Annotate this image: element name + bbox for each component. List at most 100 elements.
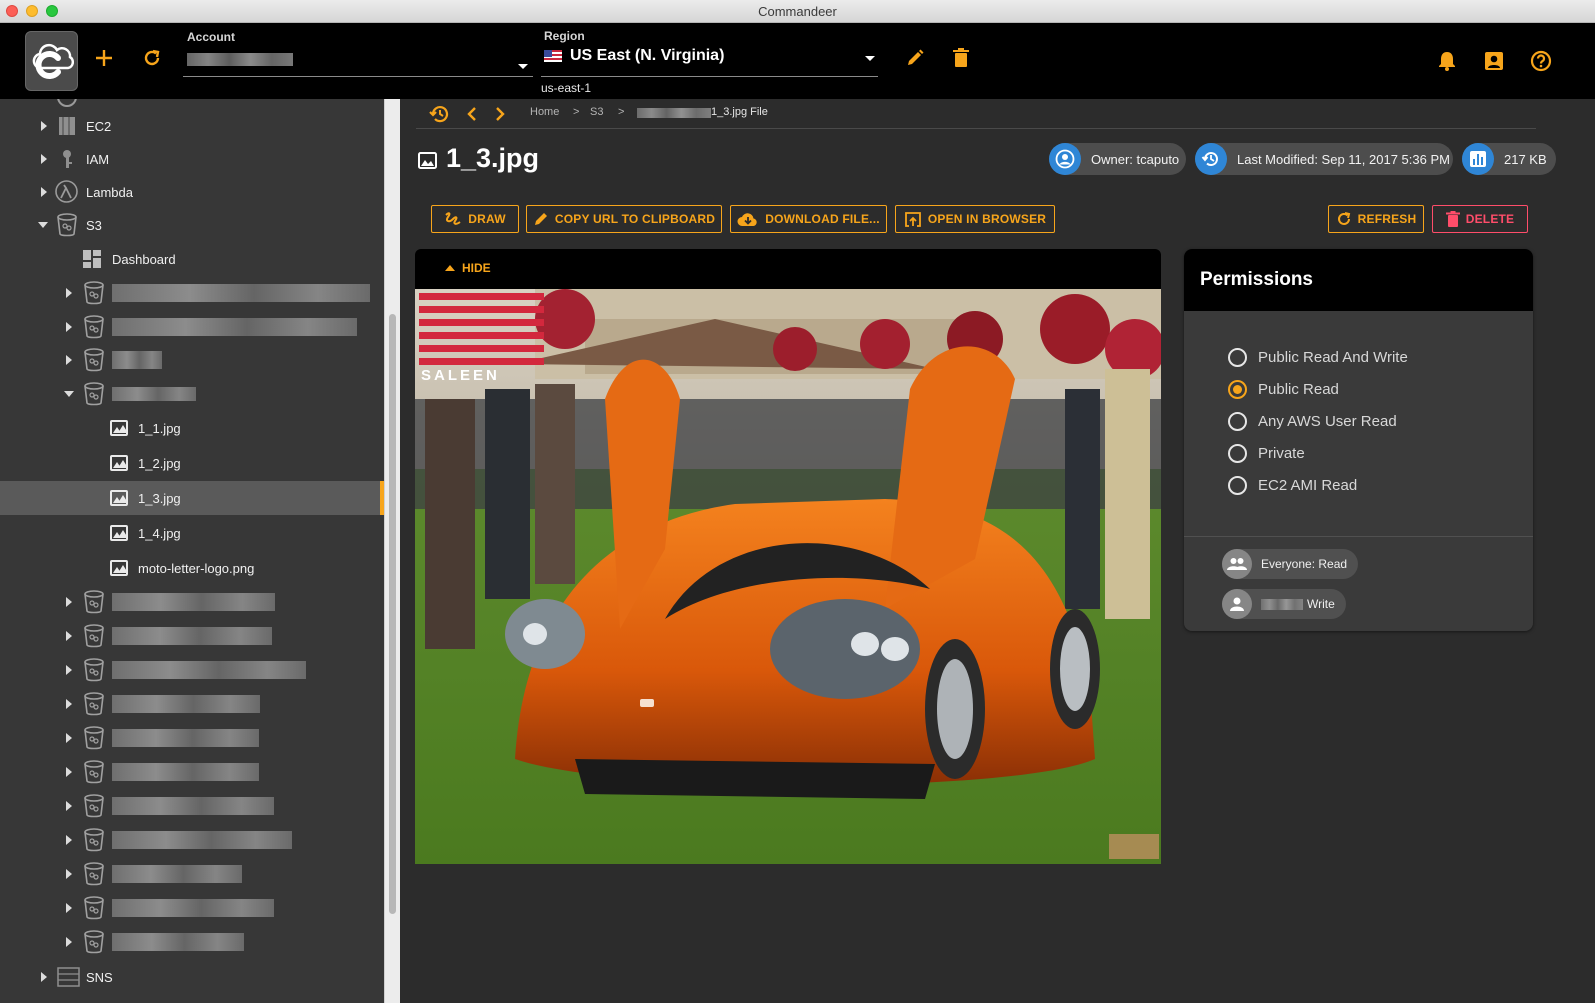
permission-option-private[interactable]: Private: [1228, 441, 1305, 465]
copy-url-button[interactable]: COPY URL TO CLIPBOARD: [526, 205, 722, 233]
radio-unchecked-icon[interactable]: [1228, 443, 1247, 463]
permission-option-label: Private: [1258, 444, 1305, 462]
permission-option-any-aws-user-read[interactable]: Any AWS User Read: [1228, 409, 1397, 433]
bucket-name-redacted: [112, 933, 244, 951]
expand-arrow-icon[interactable]: [66, 597, 72, 607]
expand-arrow-icon[interactable]: [66, 631, 72, 641]
permission-option-public-read-write[interactable]: Public Read And Write: [1228, 345, 1408, 369]
tree-item-file[interactable]: 1_1.jpg: [0, 411, 384, 445]
bucket-name-redacted: [112, 729, 259, 747]
tree-item-iam[interactable]: IAM: [0, 142, 384, 176]
bucket-icon: [84, 794, 104, 818]
back-button[interactable]: [463, 104, 481, 124]
dashboard-icon: [83, 250, 101, 268]
hide-preview-button[interactable]: HIDE: [445, 261, 491, 275]
region-value: US East (N. Virginia): [570, 47, 725, 64]
expand-arrow-icon[interactable]: [41, 187, 47, 197]
image-file-icon: [110, 525, 128, 541]
tree-item-bucket[interactable]: [0, 857, 384, 891]
tree-item-label: Dashboard: [112, 251, 176, 267]
refresh-button[interactable]: REFRESH: [1328, 205, 1424, 233]
tree-item-bucket[interactable]: [0, 310, 384, 344]
notifications-button[interactable]: [1436, 50, 1458, 72]
tree-item-file-selected[interactable]: 1_3.jpg: [0, 481, 384, 515]
grant-user-redacted: [1261, 598, 1303, 610]
tree-item-lambda[interactable]: Lambda: [0, 175, 384, 209]
tree-item-ec2[interactable]: EC2: [0, 109, 384, 143]
chevron-left-icon: [467, 107, 476, 121]
expand-arrow-icon[interactable]: [66, 801, 72, 811]
forward-button[interactable]: [491, 104, 509, 124]
expand-arrow-icon[interactable]: [66, 665, 72, 675]
history-button[interactable]: [428, 102, 452, 126]
radio-unchecked-icon[interactable]: [1228, 347, 1247, 367]
expand-arrow-icon[interactable]: [66, 355, 72, 365]
expand-arrow-icon[interactable]: [66, 937, 72, 947]
tree-item-file[interactable]: 1_2.jpg: [0, 446, 384, 480]
permission-option-ec2-ami-read[interactable]: EC2 AMI Read: [1228, 473, 1357, 497]
tree-item-bucket[interactable]: [0, 276, 384, 310]
tree-item-s3-dashboard[interactable]: Dashboard: [0, 242, 384, 276]
draw-button[interactable]: DRAW: [431, 205, 519, 233]
tree-item-bucket[interactable]: [0, 823, 384, 857]
expand-arrow-icon[interactable]: [66, 835, 72, 845]
permission-option-public-read[interactable]: Public Read: [1228, 377, 1339, 401]
app-logo[interactable]: [25, 31, 78, 91]
tree-item-bucket[interactable]: [0, 619, 384, 653]
account-select[interactable]: [183, 53, 533, 77]
expand-arrow-icon[interactable]: [41, 121, 47, 131]
last-modified-chip: Last Modified: Sep 11, 2017 5:36 PM: [1195, 143, 1453, 175]
tree-item-bucket[interactable]: [0, 891, 384, 925]
expand-arrow-icon[interactable]: [41, 154, 47, 164]
download-file-button[interactable]: DOWNLOAD FILE...: [730, 205, 887, 233]
radio-unchecked-icon[interactable]: [1228, 411, 1247, 431]
region-select[interactable]: US East (N. Virginia): [541, 45, 878, 77]
expand-arrow-icon[interactable]: [66, 767, 72, 777]
breadcrumb-home[interactable]: Home: [530, 106, 559, 118]
permission-option-label: EC2 AMI Read: [1258, 476, 1358, 494]
tree-item-sns[interactable]: SNS: [0, 960, 384, 994]
tree-item-label: 1_2.jpg: [138, 455, 181, 471]
tree-item-bucket[interactable]: [0, 653, 384, 687]
expand-arrow-icon[interactable]: [66, 288, 72, 298]
tree-item-bucket[interactable]: [0, 585, 384, 619]
help-button[interactable]: [1530, 50, 1552, 72]
tree-item-file[interactable]: 1_4.jpg: [0, 516, 384, 550]
reload-button[interactable]: [141, 47, 163, 69]
delete-account-button[interactable]: [950, 47, 972, 69]
tree-item-bucket-expanded[interactable]: [0, 377, 384, 411]
grant-chip-label: Everyone: Read: [1261, 557, 1348, 571]
radio-checked-icon[interactable]: [1228, 379, 1247, 399]
image-file-icon: [110, 490, 128, 506]
breadcrumb-s3[interactable]: S3: [590, 106, 603, 118]
tree-item-bucket[interactable]: [0, 789, 384, 823]
open-in-browser-button[interactable]: OPEN IN BROWSER: [895, 205, 1055, 233]
tree-item-file[interactable]: moto-letter-logo.png: [0, 551, 384, 585]
expand-arrow-icon[interactable]: [66, 322, 72, 332]
collapse-arrow-icon[interactable]: [64, 391, 74, 397]
edit-account-button[interactable]: [904, 47, 926, 69]
tree-item-label: Lambda: [86, 184, 133, 200]
add-button[interactable]: [93, 47, 115, 69]
tree-item-bucket[interactable]: [0, 721, 384, 755]
collapse-arrow-icon[interactable]: [38, 222, 48, 228]
tree-item-bucket[interactable]: [0, 925, 384, 959]
tree-item-bucket[interactable]: [0, 687, 384, 721]
expand-arrow-icon[interactable]: [66, 869, 72, 879]
bucket-icon: [84, 624, 104, 648]
delete-button[interactable]: DELETE: [1432, 205, 1528, 233]
expand-arrow-icon[interactable]: [41, 972, 47, 982]
bucket-name-redacted: [112, 284, 370, 302]
radio-unchecked-icon[interactable]: [1228, 475, 1247, 495]
expand-arrow-icon[interactable]: [66, 903, 72, 913]
expand-arrow-icon[interactable]: [66, 699, 72, 709]
saleen-logo-text: SALEEN: [421, 367, 500, 384]
tree-item-bucket[interactable]: [0, 343, 384, 377]
tree-item-s3[interactable]: S3: [0, 208, 384, 242]
profile-button[interactable]: [1483, 50, 1505, 72]
expand-arrow-icon[interactable]: [66, 733, 72, 743]
pencil-icon: [534, 213, 547, 225]
tree-item-bucket[interactable]: [0, 755, 384, 789]
sidebar-scrollbar[interactable]: [384, 99, 400, 1003]
sidebar-scrollbar-thumb[interactable]: [389, 314, 396, 914]
